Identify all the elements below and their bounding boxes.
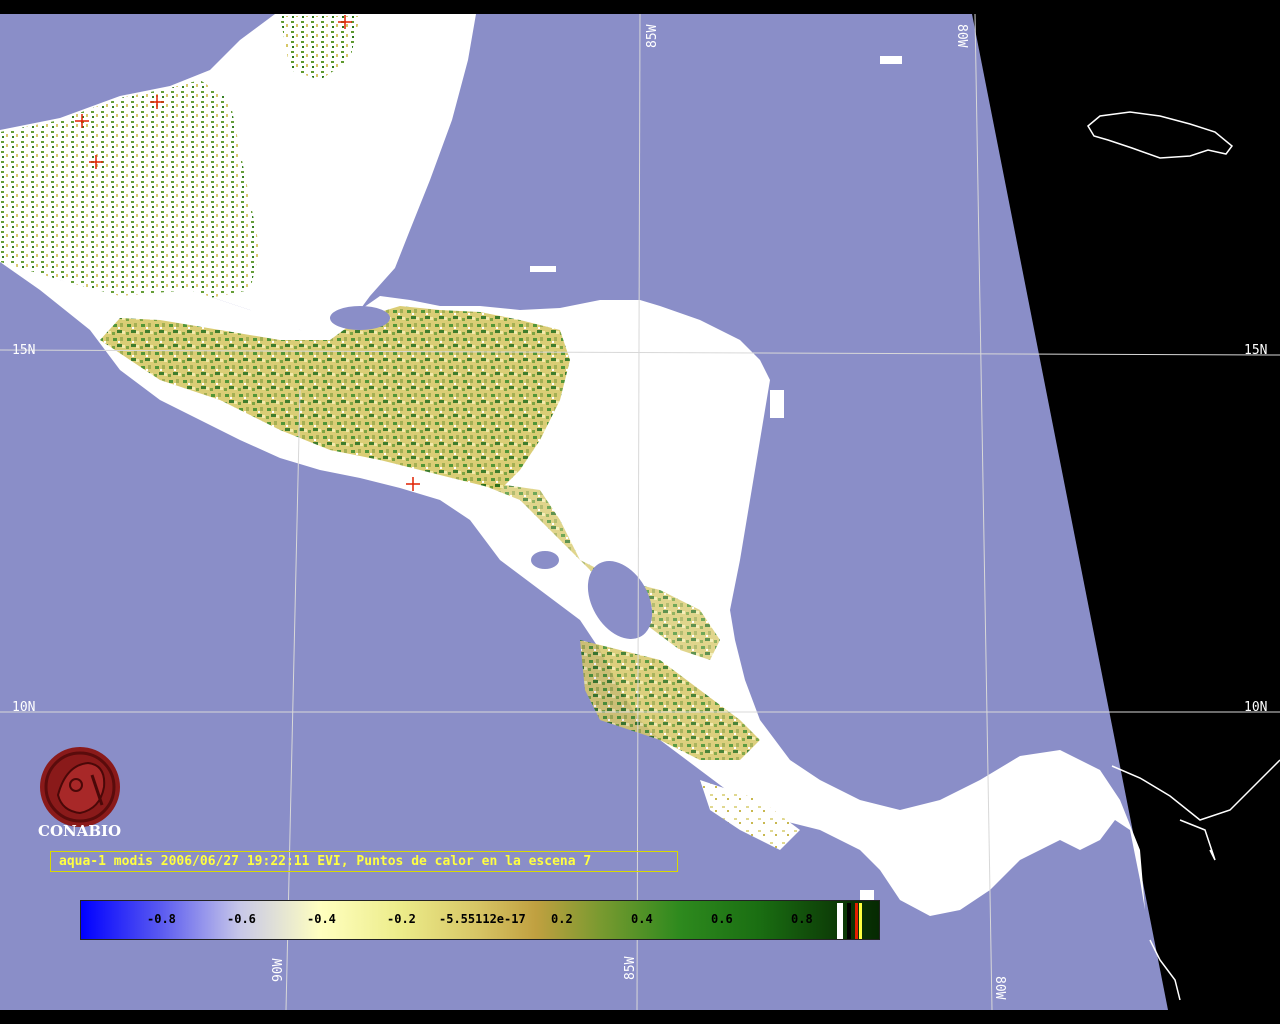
- colorbar-tick: -0.4: [307, 912, 336, 926]
- colorbar-tick: -0.6: [227, 912, 256, 926]
- lat-label-15n-left: 15N: [12, 343, 35, 358]
- scene-caption: aqua-1 modis 2006/06/27 19:22:11 EVI, Pu…: [50, 851, 678, 872]
- yellow-swatch: [859, 903, 862, 939]
- lon-label-90w-bottom: 90W: [271, 958, 286, 982]
- colorbar-tick: 0.4: [631, 912, 653, 926]
- colorbar-tick: -0.8: [147, 912, 176, 926]
- island: [530, 266, 556, 272]
- colorbar-tick: 0.2: [551, 912, 573, 926]
- lat-label-15n-right: 15N: [1244, 343, 1267, 358]
- colorbar-tick: 0.6: [711, 912, 733, 926]
- hotspot-swatch: [855, 903, 858, 939]
- colorbar-tick: -0.2: [387, 912, 416, 926]
- gulf-of-honduras: [330, 306, 390, 330]
- lake-managua: [531, 551, 559, 569]
- nodata-swatch: [847, 903, 851, 939]
- conabio-label: CONABIO: [38, 822, 122, 840]
- island: [770, 390, 784, 418]
- lon-label-85w-bottom: 85W: [623, 956, 638, 980]
- lat-label-10n-right: 10N: [1244, 700, 1267, 715]
- lon-label-80w-top: 80W: [954, 24, 969, 48]
- evi-colorbar: -0.8 -0.6 -0.4 -0.2 -5.55112e-17 0.2 0.4…: [80, 900, 880, 940]
- colorbar-tick: -5.55112e-17: [439, 912, 526, 926]
- lon-label-85w-top: 85W: [645, 24, 660, 48]
- cloud-swatch: [837, 903, 843, 939]
- lon-label-80w-bottom: 80W: [992, 976, 1007, 1000]
- lat-label-10n-left: 10N: [12, 700, 35, 715]
- colorbar-tick: 0.8: [791, 912, 813, 926]
- island: [880, 56, 902, 64]
